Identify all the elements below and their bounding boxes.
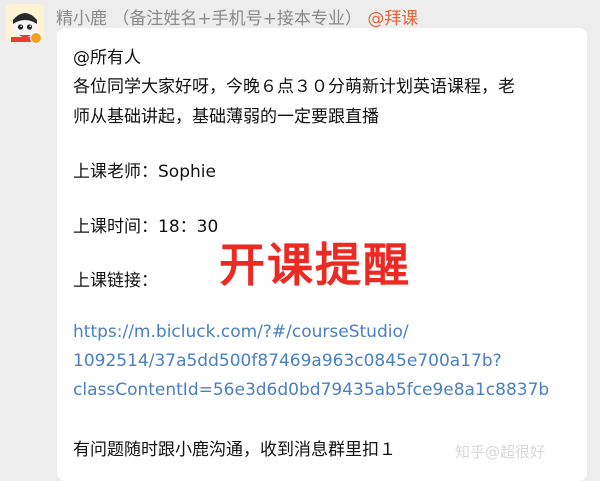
- teacher-line: 上课老师：Sophie: [73, 162, 216, 182]
- class-reminder-stamp: 开课提醒: [219, 238, 411, 292]
- zhihu-watermark: 知乎@超很好: [455, 443, 546, 461]
- sender-name[interactable]: 精小鹿: [56, 9, 107, 29]
- time-line: 上课时间：18：30: [73, 217, 219, 237]
- sender-mention[interactable]: @拜课: [367, 9, 418, 29]
- mention-all: @所有人: [73, 48, 141, 68]
- greeting-line-1: 各位同学大家好呀，今晚６点３０分萌新计划英语课程，老: [73, 77, 515, 97]
- footer-line: 有问题随时跟小鹿沟通，收到消息群里扣１: [73, 440, 396, 460]
- link-label: 上课链接：: [73, 271, 158, 291]
- course-link-line-2[interactable]: 1092514/37a5dd500f87469a963c0845e700a17b…: [73, 351, 502, 371]
- course-link-line-3[interactable]: classContentId=56e3d6d0bd79435ab5fce9e8a…: [73, 380, 549, 400]
- sender-header: 精小鹿 （备注姓名+手机号+接本专业） @拜课: [56, 4, 418, 29]
- course-link-line-1[interactable]: https://m.bicluck.com/?#/courseStudio/: [73, 322, 409, 342]
- verified-badge-icon: [30, 32, 42, 44]
- sender-note: （备注姓名+手机号+接本专业）: [112, 9, 362, 29]
- greeting-line-2: 师从基础讲起，基础薄弱的一定要跟直播: [73, 107, 379, 127]
